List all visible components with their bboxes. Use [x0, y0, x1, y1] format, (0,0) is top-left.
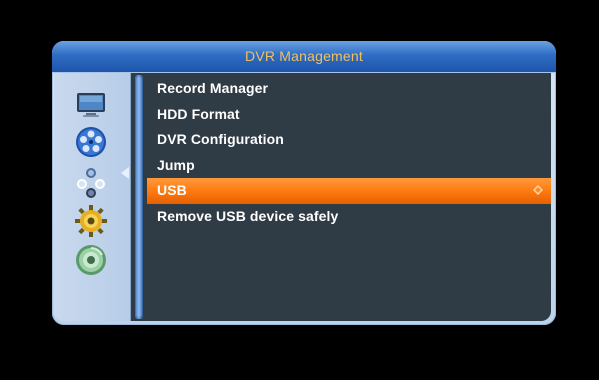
- selection-diamond-icon: [533, 185, 543, 195]
- menu-panel: Record Manager HDD Format DVR Configurat…: [130, 73, 551, 321]
- menu-item-jump[interactable]: Jump: [147, 153, 551, 179]
- scrollbar-thumb[interactable]: [136, 77, 142, 317]
- dvr-management-window: DVR Management Record Manager HDD Format…: [52, 41, 556, 325]
- category-sidebar: [54, 73, 130, 321]
- menu-item-usb[interactable]: USB: [147, 178, 551, 204]
- menu-item-label: Record Manager: [157, 80, 269, 96]
- active-category-pointer: [121, 167, 129, 179]
- menu-item-dvr-configuration[interactable]: DVR Configuration: [147, 127, 551, 153]
- media-reel-icon[interactable]: [74, 125, 108, 159]
- menu-item-remove-usb-device-safely[interactable]: Remove USB device safely: [147, 204, 551, 230]
- disc-icon[interactable]: [74, 243, 108, 277]
- menu-item-record-manager[interactable]: Record Manager: [147, 76, 551, 102]
- menu-item-label: Remove USB device safely: [157, 207, 339, 224]
- menu-list: Record Manager HDD Format DVR Configurat…: [147, 76, 551, 229]
- menu-item-label: HDD Format: [157, 105, 240, 122]
- tv-screen: DVR Management Record Manager HDD Format…: [0, 0, 599, 380]
- menu-item-label: DVR Configuration: [157, 131, 284, 147]
- menu-item-label: Jump: [157, 156, 195, 173]
- menu-item-hdd-format[interactable]: HDD Format: [147, 102, 551, 128]
- window-title: DVR Management: [245, 48, 363, 64]
- network-icon[interactable]: [74, 165, 108, 199]
- menu-item-label: USB: [157, 182, 187, 198]
- tv-icon[interactable]: [74, 87, 108, 121]
- settings-gear-icon[interactable]: [74, 204, 108, 238]
- title-bar: DVR Management: [52, 41, 556, 73]
